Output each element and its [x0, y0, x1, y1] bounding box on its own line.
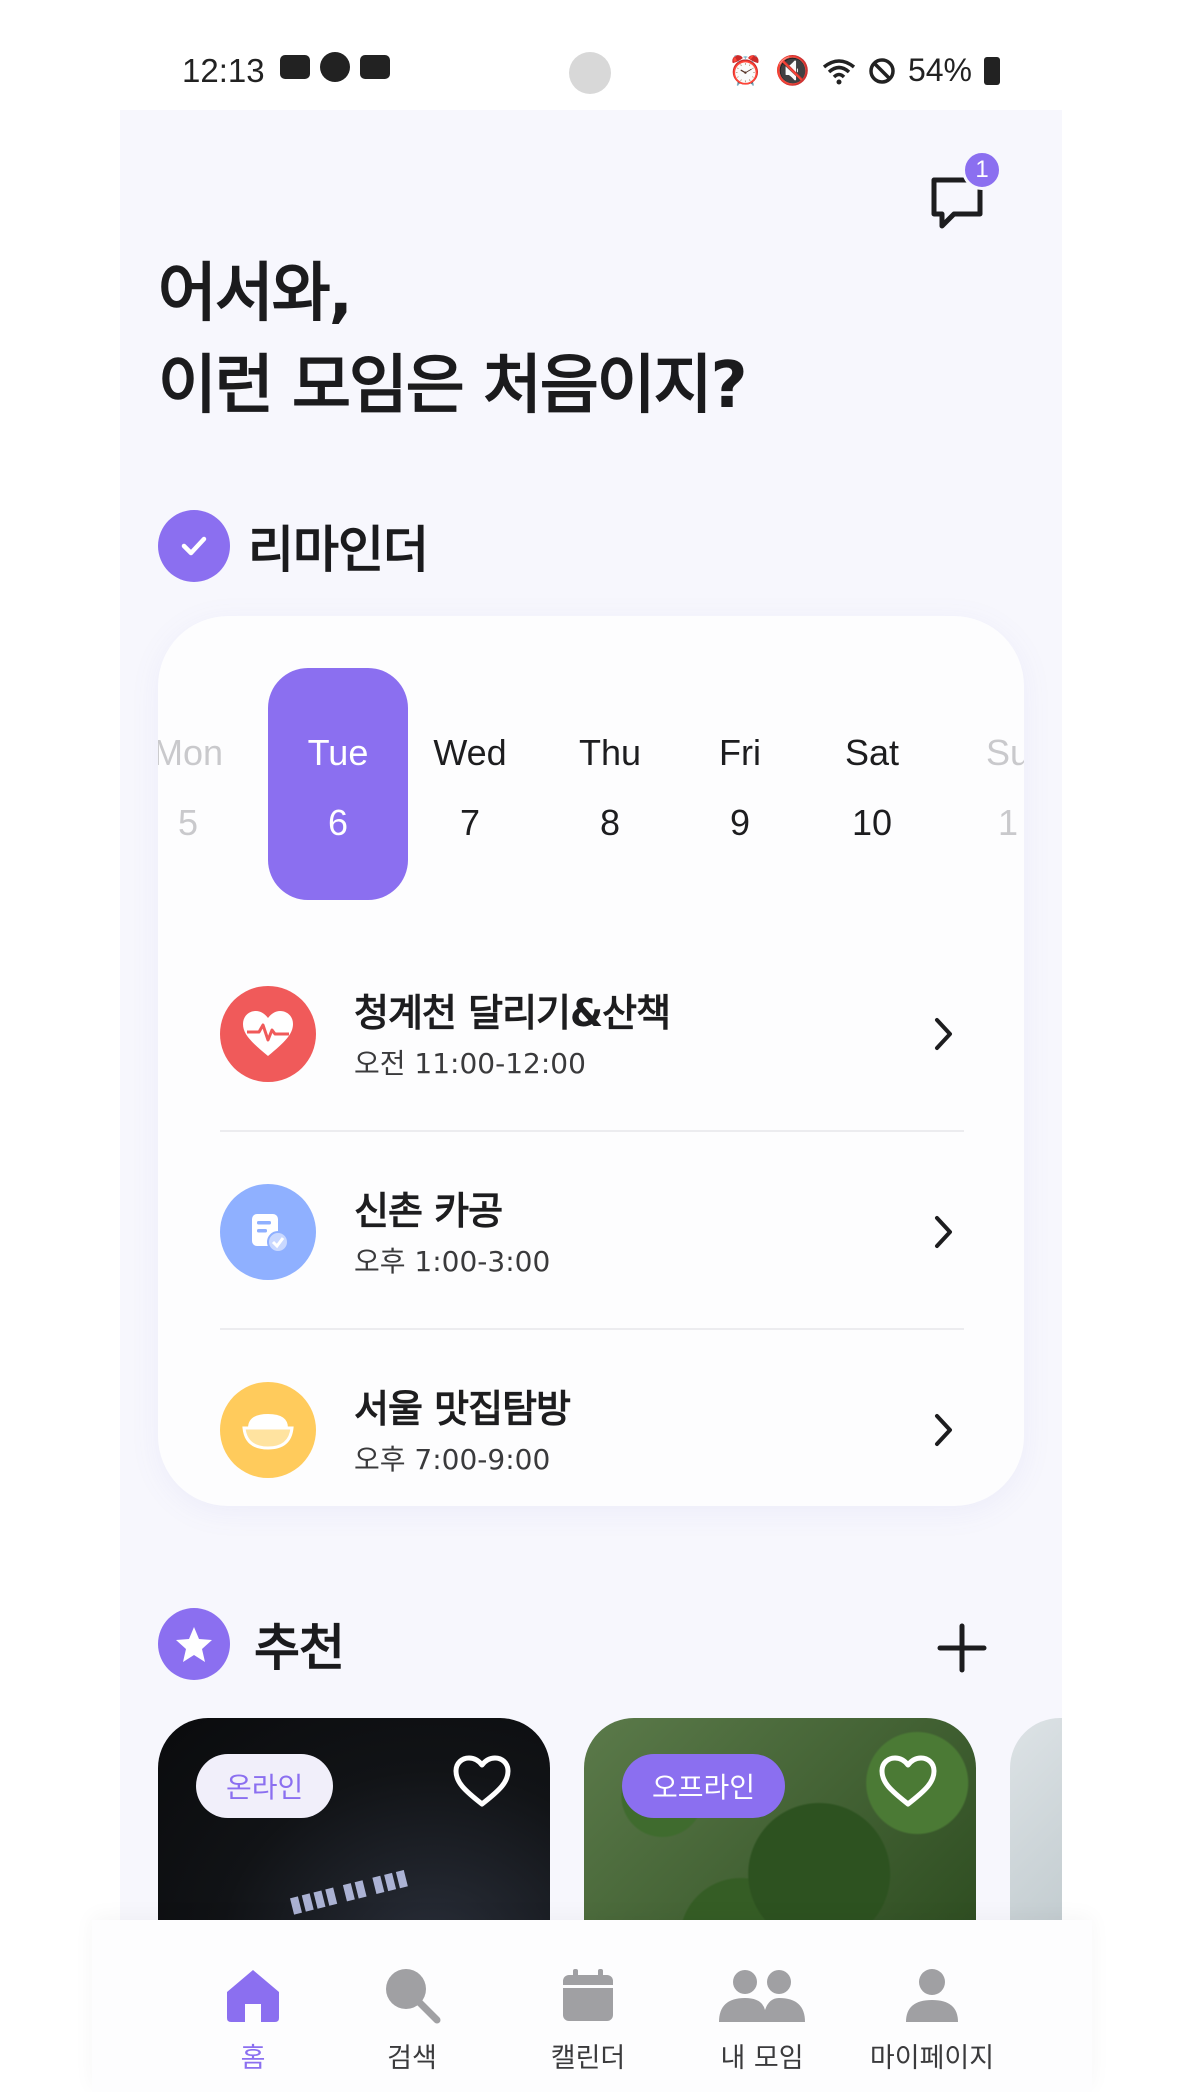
heart-outline-icon[interactable]: [452, 1754, 512, 1814]
star-icon: [158, 1608, 230, 1680]
home-screen: 1 어서와, 이런 모임은 처음이지? 리마인더 Mon 5 Tue 6 Wed…: [120, 110, 1062, 1920]
gallery-icon: [280, 55, 310, 79]
search-icon: [332, 1960, 492, 2030]
day-date: 7: [459, 802, 481, 843]
day-mon[interactable]: Mon 5: [158, 718, 248, 858]
day-date: 6: [327, 802, 349, 843]
event-time: 오후 1:00-3:00: [354, 1245, 551, 1278]
plus-icon: [937, 1623, 987, 1673]
day-name: Su: [985, 732, 1024, 773]
bottom-navigation: 홈 검색 캘린더 내 모임 마이페이지: [92, 1920, 1092, 2092]
heart-outline-icon[interactable]: [878, 1754, 938, 1814]
rice-bowl-icon: [220, 1382, 316, 1478]
status-bar: 12:13 ⏰ 🔇 54%: [120, 40, 1000, 100]
mute-icon: 🔇: [775, 54, 810, 87]
chevron-right-icon: [924, 1204, 964, 1260]
system-icons: ⏰ 🔇 54%: [728, 52, 1000, 89]
recommend-header: 추천: [158, 1608, 345, 1680]
event-item[interactable]: 신촌 카공 오후 1:00-3:00: [220, 1132, 964, 1330]
chat-button[interactable]: 1: [928, 150, 1008, 230]
day-name: Tue: [307, 732, 369, 773]
nav-home[interactable]: 홈: [173, 1960, 333, 2075]
day-tue[interactable]: Tue 6: [268, 668, 408, 900]
event-item[interactable]: 청계천 달리기&산책 오전 11:00-12:00: [220, 934, 964, 1132]
headline-line-2: 이런 모임은 처음이지?: [158, 349, 748, 423]
day-fri[interactable]: Fri 9: [680, 718, 800, 858]
day-name: Mon: [158, 732, 224, 773]
status-time: 12:13: [182, 52, 265, 89]
reminder-title: 리마인더: [248, 521, 429, 579]
event-title: 서울 맛집탐방: [354, 1387, 571, 1431]
day-date: 10: [851, 802, 893, 843]
nav-label: 검색: [387, 2043, 437, 2074]
home-icon: [173, 1960, 333, 2030]
nav-search[interactable]: 검색: [332, 1960, 492, 2075]
person-icon: [852, 1960, 1012, 2030]
recommend-card[interactable]: [1010, 1718, 1062, 1920]
document-check-icon: [220, 1184, 316, 1280]
day-name: Thu: [578, 732, 642, 773]
recommend-title: 추천: [254, 1619, 345, 1677]
battery-icon: [984, 56, 1000, 85]
camera-cutout: [569, 52, 611, 94]
event-time: 오후 7:00-9:00: [354, 1443, 551, 1476]
offline-tag: 오프라인: [622, 1754, 786, 1818]
nav-mypage[interactable]: 마이페이지: [852, 1960, 1012, 2075]
add-button[interactable]: [932, 1618, 992, 1678]
headline-line-1: 어서와,: [158, 257, 353, 331]
youtube-icon: [360, 55, 390, 79]
nav-my-groups[interactable]: 내 모임: [682, 1960, 842, 2075]
phone-screen-image: ▮▮▮▮ ▮▮ ▮▮▮: [286, 1863, 411, 1918]
event-item[interactable]: 서울 맛집탐방 오후 7:00-9:00: [220, 1330, 964, 1506]
day-date: 1: [997, 802, 1019, 843]
day-name: Sat: [844, 732, 900, 773]
reminder-header: 리마인더: [158, 510, 429, 582]
chevron-right-icon: [924, 1006, 964, 1062]
chevron-right-icon: [924, 1402, 964, 1458]
notification-icons: [280, 52, 390, 82]
day-thu[interactable]: Thu 8: [550, 718, 670, 858]
event-time: 오전 11:00-12:00: [354, 1047, 586, 1080]
day-wed[interactable]: Wed 7: [410, 718, 530, 858]
day-date: 9: [729, 802, 751, 843]
reminder-card: Mon 5 Tue 6 Wed 7 Thu 8 Fri 9 Sat 10 Su …: [158, 616, 1024, 1506]
event-title: 신촌 카공: [354, 1189, 503, 1233]
group-icon: [682, 1960, 842, 2030]
wifi-icon: [822, 58, 856, 84]
check-icon: [158, 510, 230, 582]
week-selector: Mon 5 Tue 6 Wed 7 Thu 8 Fri 9 Sat 10 Su …: [158, 668, 1024, 900]
event-title: 청계천 달리기&산책: [354, 991, 671, 1035]
recommend-card[interactable]: ▮▮▮▮ ▮▮ ▮▮▮ 온라인: [158, 1718, 550, 1920]
nav-calendar[interactable]: 캘린더: [508, 1960, 668, 2075]
calendar-icon: [508, 1960, 668, 2030]
day-name: Wed: [433, 732, 507, 773]
day-date: 5: [177, 802, 199, 843]
blocked-icon: [869, 57, 895, 84]
event-list: 청계천 달리기&산책 오전 11:00-12:00 신촌 카공 오후 1:00-…: [220, 934, 964, 1506]
nav-label: 홈: [240, 2043, 266, 2074]
day-sat[interactable]: Sat 10: [812, 718, 932, 858]
day-date: 8: [599, 802, 621, 843]
messenger-icon: [320, 52, 350, 82]
nav-label: 내 모임: [720, 2043, 804, 2074]
nav-label: 마이페이지: [869, 2043, 995, 2074]
page-title: 어서와, 이런 모임은 처음이지?: [158, 248, 748, 432]
battery-percent: 54%: [907, 52, 972, 88]
heart-pulse-icon: [220, 986, 316, 1082]
recommend-card[interactable]: 오프라인: [584, 1718, 976, 1920]
chat-badge: 1: [962, 150, 1002, 190]
alarm-icon: ⏰: [728, 54, 764, 87]
online-tag: 온라인: [196, 1754, 334, 1818]
nav-label: 캘린더: [550, 2043, 626, 2074]
day-sun[interactable]: Su 1: [948, 718, 1024, 858]
day-name: Fri: [719, 732, 761, 773]
